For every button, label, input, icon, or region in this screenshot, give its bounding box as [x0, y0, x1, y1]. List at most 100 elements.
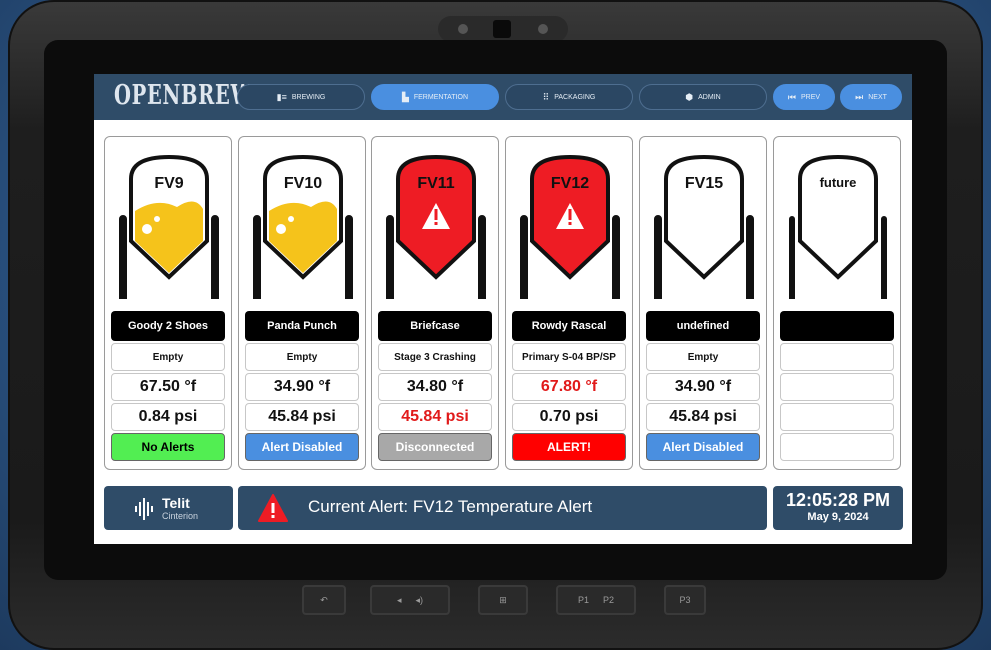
fermentation-icon: ▙: [401, 91, 409, 102]
fermenter-tank: FV15: [652, 149, 756, 303]
sensor-dot: [458, 24, 468, 34]
fermenter-tank: FV11: [384, 149, 488, 303]
batch-status: Stage 3 Crashing: [378, 343, 492, 371]
batch-name: Rowdy Rascal: [512, 311, 626, 341]
nav-label: PACKAGING: [554, 93, 596, 101]
temperature-readout: [780, 373, 894, 401]
alert-status-button[interactable]: Disconnected: [378, 433, 492, 461]
pressure-readout: 45.84 psi: [646, 403, 760, 431]
current-alert-banner[interactable]: Current Alert: FV12 Temperature Alert: [238, 486, 767, 530]
hw-p2-label: P2: [603, 595, 615, 605]
batch-name: Briefcase: [378, 311, 492, 341]
temperature-readout: 34.90 °f: [646, 373, 760, 401]
batch-name: [780, 311, 894, 341]
camera-bar: [438, 16, 568, 42]
brand-name: Telit: [162, 495, 190, 511]
fermenter-tank-icon: [654, 154, 754, 303]
sensor-dot: [538, 24, 548, 34]
pressure-readout: [780, 403, 894, 431]
next-icon: ⏭: [855, 91, 864, 102]
fermenter-tank: future: [786, 149, 890, 302]
nav-admin[interactable]: ⬢ ADMIN: [639, 84, 767, 110]
temperature-readout: 67.50 °f: [111, 373, 225, 401]
next-button[interactable]: ⏭ NEXT: [840, 84, 902, 110]
temperature-readout: 34.80 °f: [378, 373, 492, 401]
vessel-id: FV11: [417, 175, 455, 192]
fermenter-tank-icon: [253, 154, 353, 303]
vessel-card-fv10[interactable]: FV10 Panda Punch Empty 34.90 °f 45.84 psi Ale…: [238, 136, 366, 470]
fermenter-tank: FV9: [117, 149, 221, 303]
batch-status: [780, 343, 894, 371]
brand-panel: Telit Cinterion: [104, 486, 233, 530]
hw-windows-button[interactable]: ⊞: [478, 585, 528, 615]
warning-icon: [258, 494, 288, 522]
alert-status-button[interactable]: No Alerts: [111, 433, 225, 461]
batch-status: Primary S-04 BP/SP: [512, 343, 626, 371]
fermenter-tank: FV12: [518, 149, 622, 303]
temperature-readout: 34.90 °f: [245, 373, 359, 401]
hw-volume-buttons[interactable]: ◂ ◂): [370, 585, 450, 615]
brewing-icon: ▮≡: [276, 91, 287, 102]
hardware-buttons: ↶ ◂ ◂) ⊞ P1 P2 P3: [300, 585, 712, 621]
alert-status-button[interactable]: Alert Disabled: [646, 433, 760, 461]
nav-label: FERMENTATION: [413, 93, 469, 101]
app-logo: OPENBREW: [114, 80, 254, 111]
vessel-card-fv12[interactable]: FV12 Rowdy Rascal Primary S-04 BP/SP 67.80 …: [505, 136, 633, 470]
nav-label: ADMIN: [698, 93, 721, 101]
brand-subname: Cinterion: [162, 511, 199, 521]
vessel-id: future: [819, 175, 857, 190]
nav-label: PREV: [801, 93, 821, 101]
packaging-icon: ⠿: [542, 91, 550, 102]
hw-p3-button[interactable]: P3: [664, 585, 706, 615]
current-alert-text: Current Alert: FV12 Temperature Alert: [308, 497, 593, 516]
fermenter-tank-icon: [119, 154, 219, 303]
vessel-card-future[interactable]: future: [773, 136, 901, 470]
fermenter-tank: FV10: [251, 149, 355, 303]
vessel-card-fv9[interactable]: FV9 Goody 2 Shoes Empty 67.50 °f 0.84 psi No …: [104, 136, 232, 470]
vessel-card-fv15[interactable]: FV15 undefined Empty 34.90 °f 45.84 psi Alert…: [639, 136, 767, 470]
pressure-readout: 0.70 psi: [512, 403, 626, 431]
vessel-id: FV10: [283, 175, 323, 192]
admin-icon: ⬢: [685, 91, 694, 102]
clock-time: 12:05:28 PM: [785, 490, 891, 510]
pressure-readout: 45.84 psi: [245, 403, 359, 431]
nav-brewing[interactable]: ▮≡ BREWING: [237, 84, 365, 110]
hw-p3-label: P3: [679, 595, 691, 605]
clock-panel: 12:05:28 PM May 9, 2024: [773, 486, 903, 530]
hw-p1-p2-buttons[interactable]: P1 P2: [556, 585, 636, 615]
temperature-readout: 67.80 °f: [512, 373, 626, 401]
prev-button[interactable]: ⏮ PREV: [773, 84, 835, 110]
telit-logo-icon: [135, 498, 153, 520]
batch-name: Goody 2 Shoes: [111, 311, 225, 341]
alert-status-button[interactable]: ALERT!: [512, 433, 626, 461]
fermenter-tank-icon: [386, 154, 486, 303]
batch-name: undefined: [646, 311, 760, 341]
prev-icon: ⏮: [787, 91, 797, 102]
fermenter-tank-icon: [520, 154, 620, 303]
vessel-id: FV15: [684, 175, 724, 192]
app-header: OPENBREW ▮≡ BREWING ▙ FERMENTATION ⠿ PAC…: [94, 74, 912, 120]
clock-date: May 9, 2024: [807, 511, 869, 523]
hw-back-button[interactable]: ↶: [302, 585, 346, 615]
nav-fermentation[interactable]: ▙ FERMENTATION: [371, 84, 499, 110]
batch-name: Panda Punch: [245, 311, 359, 341]
nav-packaging[interactable]: ⠿ PACKAGING: [505, 84, 633, 110]
volume-down-icon: ◂: [396, 594, 402, 605]
nav-label: NEXT: [868, 93, 887, 101]
alert-status-button: [780, 433, 894, 461]
alert-status-button[interactable]: Alert Disabled: [245, 433, 359, 461]
vessel-id: FV12: [550, 175, 590, 192]
app-screen: OPENBREW ▮≡ BREWING ▙ FERMENTATION ⠿ PAC…: [94, 74, 912, 544]
nav-label: BREWING: [291, 93, 326, 101]
pressure-readout: 45.84 psi: [378, 403, 492, 431]
camera-icon: [493, 20, 511, 38]
batch-status: Empty: [245, 343, 359, 371]
fermenter-tank-icon: [789, 154, 887, 302]
vessel-id: FV9: [154, 175, 184, 192]
back-icon: ↶: [320, 594, 328, 605]
windows-icon: ⊞: [499, 594, 507, 605]
vessel-card-fv11[interactable]: FV11 Briefcase Stage 3 Crashing 34.80 °f 45.…: [371, 136, 499, 470]
pressure-readout: 0.84 psi: [111, 403, 225, 431]
hw-p1-label: P1: [577, 595, 589, 605]
batch-status: Empty: [646, 343, 760, 371]
